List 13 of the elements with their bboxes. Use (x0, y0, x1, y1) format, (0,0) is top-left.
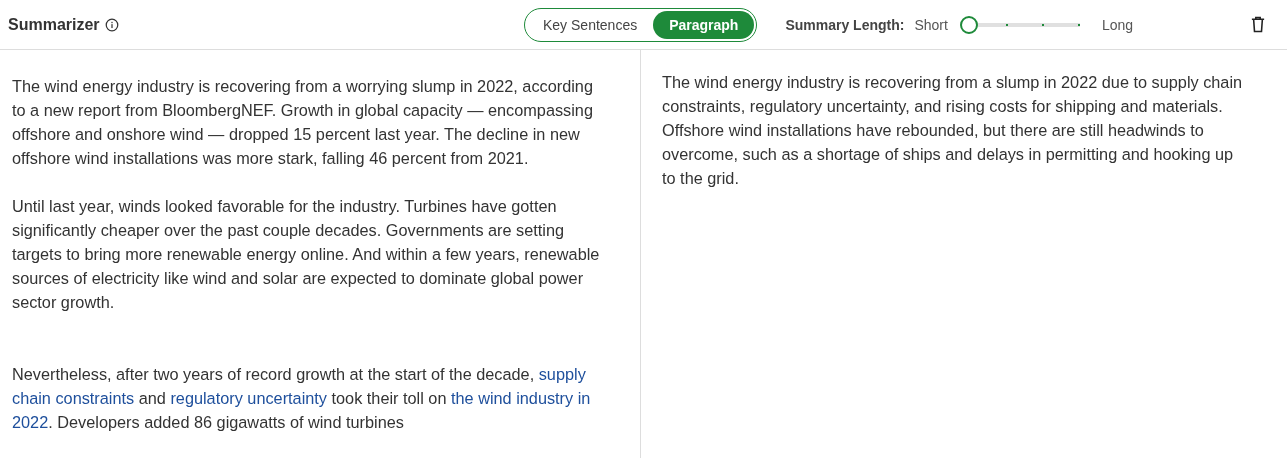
info-icon[interactable] (104, 17, 119, 32)
source-paragraph: Nevertheless, after two years of record growth at the start of the decade, supply chain constraints and regulatory uncertainty took their toll on the wind industry in 2022. Developers added 86 gigawatts of wind turbines (12, 364, 592, 433)
source-paragraph: Until last year, winds looked favorable for the industry. Turbines have gotten significantly cheaper over the past couple decades. Governments are setting targets to bring more renewable energy online. And within a few years, renewable sources of electricity like wind and solar are expected to dominate global power sector growth. (12, 196, 600, 313)
summary-length-label: Summary Length: (785, 16, 905, 33)
slider-thumb[interactable] (959, 15, 978, 34)
short-label: Short (914, 16, 948, 33)
trash-icon[interactable] (1251, 16, 1265, 33)
mode-tab[interactable]: Key Sentences (527, 10, 654, 39)
source-paragraph: The wind energy industry is recovering from a worrying slump in 2022, according to a new report from BloombergNEF. Growth in global capacity — encompassing offshore and onshore wind — dropped 15 percent last year. The decline in new offshore wind installations was more stark, falling 46 percent from 2021. (12, 76, 594, 169)
app-title: Summarizer (8, 15, 100, 34)
long-label: Long (1101, 16, 1134, 33)
summary-text: The wind energy industry is recovering from a slump in 2022 due to supply chain constraints, regulatory uncertainty, and rising costs for shipping and materials. Offshore wind installations have rebounded, but there are still headwinds to overcome, such as a shortage of ships and delays in permitting and hooking up to the grid. (662, 72, 1244, 189)
mode-tab[interactable]: Paragraph (653, 10, 755, 39)
